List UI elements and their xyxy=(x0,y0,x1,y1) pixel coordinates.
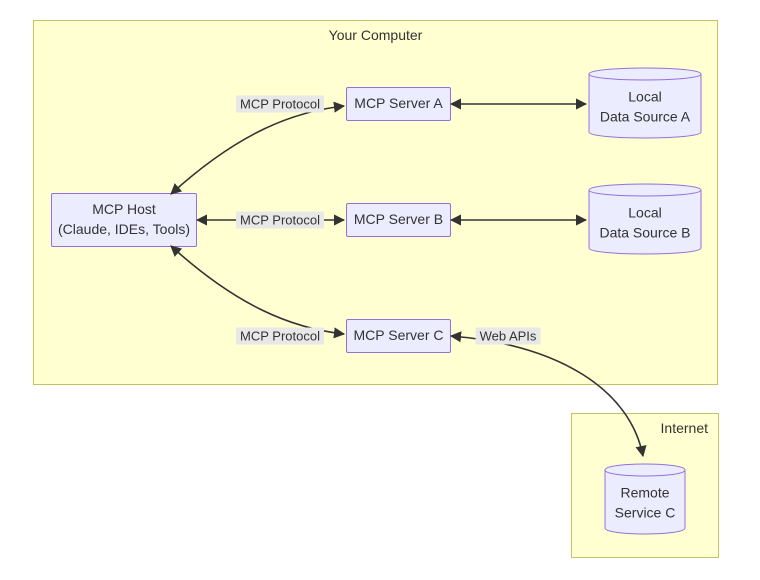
node-data-b-line2: Data Source B xyxy=(599,223,690,243)
node-data-a-line2: Data Source A xyxy=(600,107,690,127)
container-title-internet: Internet xyxy=(661,420,708,436)
node-data-a-line1: Local xyxy=(600,87,690,107)
node-mcp-host-line2: (Claude, IDEs, Tools) xyxy=(58,220,190,240)
container-title-computer: Your Computer xyxy=(329,27,423,43)
node-server-a-label: MCP Server A xyxy=(354,94,442,114)
node-mcp-host-line1: MCP Host xyxy=(92,200,156,220)
edge-label-web-apis: Web APIs xyxy=(476,328,541,345)
node-data-b-line1: Local xyxy=(599,203,690,223)
node-remote-line1: Remote xyxy=(615,483,676,503)
edge-label-host-b: MCP Protocol xyxy=(236,212,324,229)
node-server-b-label: MCP Server B xyxy=(354,210,443,230)
edge-label-host-a: MCP Protocol xyxy=(236,96,324,113)
node-server-c: MCP Server C xyxy=(346,319,451,353)
node-remote-service: Remote Service C xyxy=(604,458,686,540)
node-remote-line2: Service C xyxy=(615,503,676,523)
edge-label-host-c: MCP Protocol xyxy=(236,328,324,345)
node-server-c-label: MCP Server C xyxy=(354,326,444,346)
node-data-source-a: Local Data Source A xyxy=(588,62,702,144)
node-server-a: MCP Server A xyxy=(346,87,451,121)
node-server-b: MCP Server B xyxy=(346,203,451,237)
node-data-source-b: Local Data Source B xyxy=(588,178,702,260)
node-mcp-host: MCP Host (Claude, IDEs, Tools) xyxy=(51,193,197,247)
